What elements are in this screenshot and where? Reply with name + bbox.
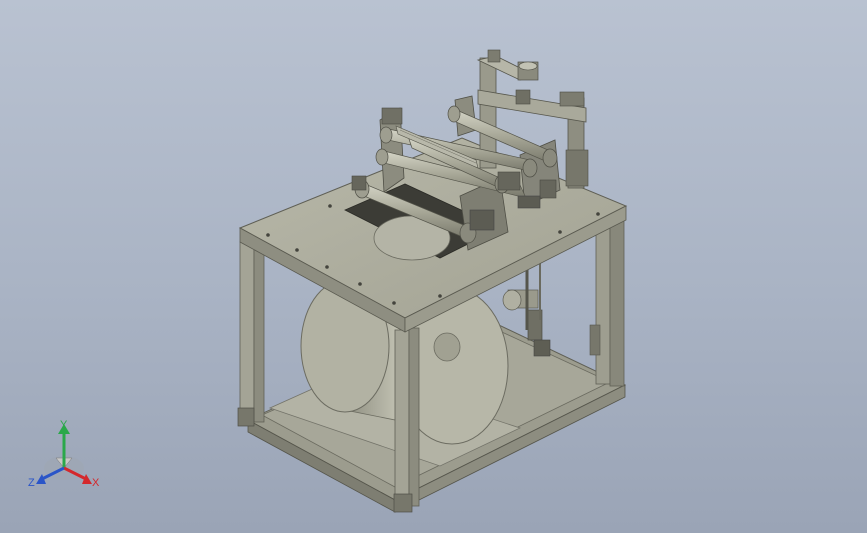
x-axis-label: X (92, 477, 100, 489)
machine-assembly-model[interactable] (0, 0, 867, 533)
back-posts (589, 217, 625, 387)
view-orientation-triad: Y X Z (22, 418, 112, 498)
cad-graphics-area[interactable]: Y X Z (0, 0, 867, 533)
y-axis-label: Y (60, 419, 68, 431)
z-axis-label: Z (28, 477, 35, 489)
